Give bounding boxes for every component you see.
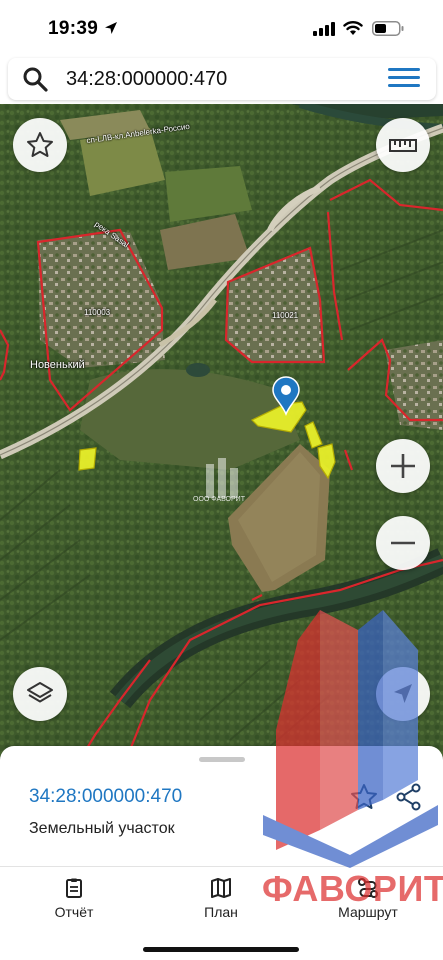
tab-plan-label: План <box>204 904 238 920</box>
zoom-in-button[interactable] <box>376 439 430 493</box>
map-label-block-110003: 110003 <box>84 308 111 317</box>
parcel-cadastral-number: 34:28:000000:470 <box>29 786 183 807</box>
favorit-brand-watermark: ФАВОРИТ <box>262 868 443 909</box>
map-label-village: Новенький <box>30 359 85 371</box>
ruler-icon <box>389 139 417 152</box>
layers-button[interactable] <box>13 667 67 721</box>
location-services-icon <box>105 22 117 34</box>
tab-report[interactable]: Отчёт <box>24 877 124 922</box>
tab-report-label: Отчёт <box>54 904 94 920</box>
star-icon <box>27 132 53 157</box>
minus-icon <box>391 541 415 545</box>
favorit-logo-watermark <box>263 610 438 868</box>
tab-plan[interactable]: План <box>171 877 271 922</box>
status-time: 19:39 <box>48 18 99 39</box>
sheet-drag-handle[interactable] <box>199 757 245 762</box>
map-plan-icon <box>211 878 231 898</box>
home-indicator <box>143 947 299 952</box>
company-watermark-text: ООО ФАВОРИТ <box>193 496 245 503</box>
zoom-out-button[interactable] <box>376 516 430 570</box>
search-input[interactable] <box>66 64 376 94</box>
status-bar: 19:39 <box>0 0 443 56</box>
hamburger-menu-icon[interactable] <box>388 68 420 90</box>
battery-icon <box>372 21 404 36</box>
map-label-block-110021: 110021 <box>272 311 299 320</box>
measure-button[interactable] <box>376 118 430 172</box>
plus-icon <box>391 454 415 478</box>
cellular-signal-icon <box>313 22 335 36</box>
report-icon <box>66 878 82 898</box>
search-icon[interactable] <box>22 66 48 92</box>
layers-icon <box>27 682 53 703</box>
wifi-icon <box>343 21 363 35</box>
search-bar <box>8 58 436 100</box>
favorites-button[interactable] <box>13 118 67 172</box>
parcel-type: Земельный участок <box>29 820 175 837</box>
